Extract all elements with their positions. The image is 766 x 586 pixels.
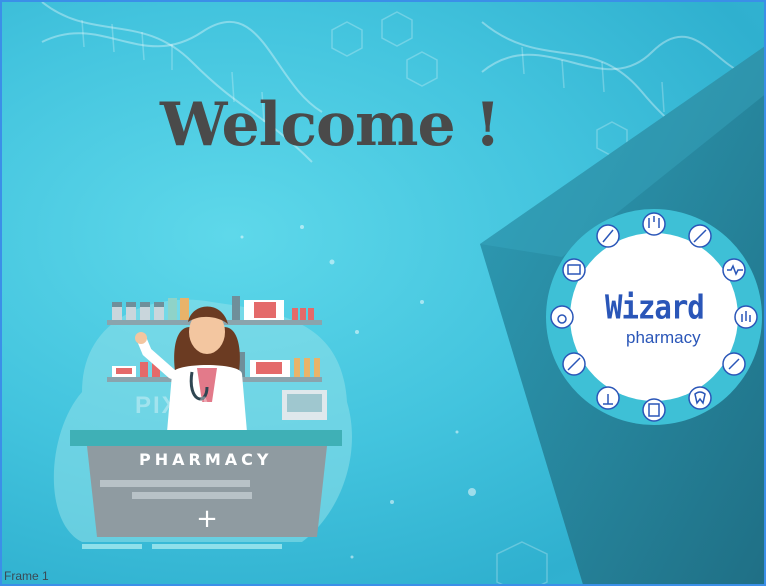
test-tube-icon [596, 224, 620, 248]
pharmacist-illustration: + [53, 296, 352, 549]
microscope-icon [596, 386, 620, 410]
syringe-icon [688, 224, 712, 248]
injection-icon [562, 352, 586, 376]
hand-icon [734, 305, 758, 329]
stethoscope-icon [550, 305, 574, 329]
tooth-icon [688, 386, 712, 410]
logo-wordmark: Wizard [605, 287, 705, 327]
frame: Welcome ! Wizard pharmacy + PIXTA PHARMA… [0, 0, 766, 586]
pill-bottle-icon [642, 398, 666, 422]
counter-sign: PHARMACY [139, 450, 273, 469]
thermometer-icon [722, 352, 746, 376]
lungs-icon [642, 212, 666, 236]
watermark: PIXTA [135, 392, 214, 419]
frame-label: Frame 1 [4, 569, 49, 583]
logo-subtitle: pharmacy [626, 328, 701, 347]
cross-icon: + [196, 504, 218, 534]
heart-rate-icon [722, 258, 746, 282]
medical-monitor-icon [562, 258, 586, 282]
